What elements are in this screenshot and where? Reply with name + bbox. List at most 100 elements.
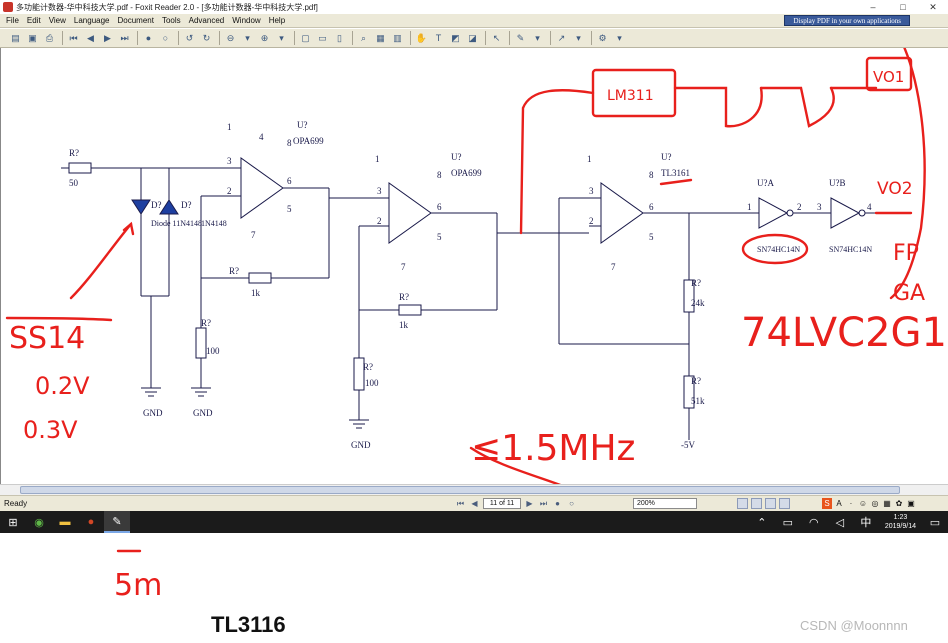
- label-u4b: U?B: [829, 178, 846, 188]
- zoom-level-select[interactable]: 200%: [633, 498, 697, 509]
- ime-emoji-icon[interactable]: ☺: [858, 498, 868, 509]
- settings-icon[interactable]: ⚙: [595, 31, 610, 46]
- clock[interactable]: 1:23 2019/9/14: [879, 513, 922, 531]
- hand-tool-icon[interactable]: ✋: [414, 31, 429, 46]
- actual-size-icon[interactable]: ▢: [298, 31, 313, 46]
- snapshot-icon[interactable]: ◩: [448, 31, 463, 46]
- document-view[interactable]: R? 50 D? Diode 11N4148 D? 1N4148 U? OPA6…: [0, 48, 948, 484]
- pin-label: 6: [287, 176, 292, 186]
- rotate-left-icon[interactable]: ↺: [182, 31, 197, 46]
- ime-indicator-icon[interactable]: 中: [853, 511, 879, 533]
- menu-tools[interactable]: Tools: [158, 16, 185, 25]
- opamp-u1: [240, 157, 284, 219]
- go-back-icon[interactable]: ●: [141, 31, 156, 46]
- print-icon[interactable]: ⎙: [42, 31, 57, 46]
- start-icon[interactable]: ⊞: [0, 511, 26, 533]
- annotation-icon[interactable]: ✎: [513, 31, 528, 46]
- single-page-icon[interactable]: [737, 498, 748, 509]
- menu-help[interactable]: Help: [265, 16, 289, 25]
- annotation-dropdown-icon[interactable]: ▾: [530, 31, 545, 46]
- menu-advanced[interactable]: Advanced: [185, 16, 229, 25]
- annotation-gate-2: [759, 86, 835, 128]
- powerpoint-icon[interactable]: ●: [78, 511, 104, 533]
- find-icon[interactable]: ⌕: [356, 31, 371, 46]
- scrollbar-thumb[interactable]: [20, 486, 900, 494]
- foxit-taskbar-icon[interactable]: ✎: [104, 511, 130, 533]
- settings-dropdown-icon[interactable]: ▾: [612, 31, 627, 46]
- pin-label: 2: [227, 186, 232, 196]
- schematic-drawing: R? 50 D? Diode 11N4148 D? 1N4148 U? OPA6…: [5, 48, 948, 484]
- horizontal-scrollbar[interactable]: [0, 484, 948, 495]
- last-page-icon[interactable]: ⏭: [117, 31, 132, 46]
- last-page-icon[interactable]: ⏭: [538, 498, 549, 509]
- first-page-icon[interactable]: ⏮: [66, 31, 81, 46]
- zoom-out-icon[interactable]: ⊖: [223, 31, 238, 46]
- annotation-fp: FP: [893, 241, 919, 266]
- zoom-in-dropdown-icon[interactable]: ▾: [274, 31, 289, 46]
- close-button[interactable]: ✕: [918, 0, 948, 14]
- page-number-field[interactable]: 11 of 11: [483, 498, 521, 509]
- notifications-icon[interactable]: ▭: [922, 511, 948, 533]
- file-explorer-icon[interactable]: ▬: [52, 511, 78, 533]
- arrow-tool-icon[interactable]: ↗: [554, 31, 569, 46]
- first-page-icon[interactable]: ⏮: [455, 498, 466, 509]
- open-icon[interactable]: ▤: [8, 31, 23, 46]
- diode-d2: [159, 199, 179, 215]
- continuous-icon[interactable]: [751, 498, 762, 509]
- browser-icon[interactable]: ◉: [26, 511, 52, 533]
- label-rg2: R?: [363, 362, 373, 372]
- ime-mic-icon[interactable]: ◎: [870, 498, 880, 509]
- next-page-icon[interactable]: ▶: [524, 498, 535, 509]
- continuous-facing-icon[interactable]: [779, 498, 790, 509]
- text-select-icon[interactable]: T: [431, 31, 446, 46]
- network-icon[interactable]: ▭: [775, 511, 801, 533]
- next-page-icon[interactable]: ▶: [100, 31, 115, 46]
- menu-window[interactable]: Window: [228, 16, 264, 25]
- menu-document[interactable]: Document: [113, 16, 157, 25]
- sogou-ime-icon[interactable]: S: [822, 498, 832, 509]
- ime-mode-icon[interactable]: A: [834, 498, 844, 509]
- facing-icon[interactable]: [765, 498, 776, 509]
- annotation-tl3161-underline: [659, 178, 693, 186]
- tray-chevron-icon[interactable]: ⌃: [749, 511, 775, 533]
- menu-file[interactable]: File: [0, 16, 23, 25]
- label-r-in-val: 50: [69, 178, 79, 188]
- pin-label: 7: [401, 262, 406, 272]
- rotate-right-icon[interactable]: ↻: [199, 31, 214, 46]
- ime-punct-icon[interactable]: ·: [846, 498, 856, 509]
- go-forward-icon[interactable]: ○: [158, 31, 173, 46]
- label-d1-part: Diode 11N4148: [151, 219, 202, 228]
- volume-icon[interactable]: ◁: [827, 511, 853, 533]
- prev-page-icon[interactable]: ◀: [469, 498, 480, 509]
- image-icon[interactable]: ◪: [465, 31, 480, 46]
- menu-edit[interactable]: Edit: [23, 16, 45, 25]
- select-arrow-icon[interactable]: ↖: [489, 31, 504, 46]
- pin-label: 3: [377, 186, 382, 196]
- fit-page-icon[interactable]: ▭: [315, 31, 330, 46]
- zoom-dropdown-icon[interactable]: ▾: [240, 31, 255, 46]
- ime-tools-icon[interactable]: ▣: [906, 498, 916, 509]
- pin-label: 5: [649, 232, 654, 242]
- forward-view-icon[interactable]: ○: [566, 498, 577, 509]
- menu-language[interactable]: Language: [70, 16, 114, 25]
- page-navigation: ⏮ ◀ 11 of 11 ▶ ⏭ ● ○: [455, 498, 577, 509]
- wifi-icon[interactable]: ◠: [801, 511, 827, 533]
- arrow-dropdown-icon[interactable]: ▾: [571, 31, 586, 46]
- ime-keyboard-icon[interactable]: ▦: [882, 498, 892, 509]
- fit-width-icon[interactable]: ▯: [332, 31, 347, 46]
- bookmarks-icon[interactable]: ▦: [373, 31, 388, 46]
- minimize-button[interactable]: –: [858, 0, 888, 14]
- resistor-rf1: [248, 272, 272, 284]
- annotation-ss14-underline: [5, 316, 113, 322]
- prev-page-icon[interactable]: ◀: [83, 31, 98, 46]
- inverter-u4b: [830, 197, 861, 229]
- ime-skin-icon[interactable]: ✿: [894, 498, 904, 509]
- back-view-icon[interactable]: ●: [552, 498, 563, 509]
- zoom-in-icon[interactable]: ⊕: [257, 31, 272, 46]
- maximize-button[interactable]: □: [888, 0, 918, 14]
- save-icon[interactable]: ▣: [25, 31, 40, 46]
- toolbar-separator: [352, 31, 353, 45]
- thumbnails-icon[interactable]: ▥: [390, 31, 405, 46]
- menu-view[interactable]: View: [45, 16, 70, 25]
- display-pdf-promo-button[interactable]: Display PDF in your own applications: [784, 15, 910, 26]
